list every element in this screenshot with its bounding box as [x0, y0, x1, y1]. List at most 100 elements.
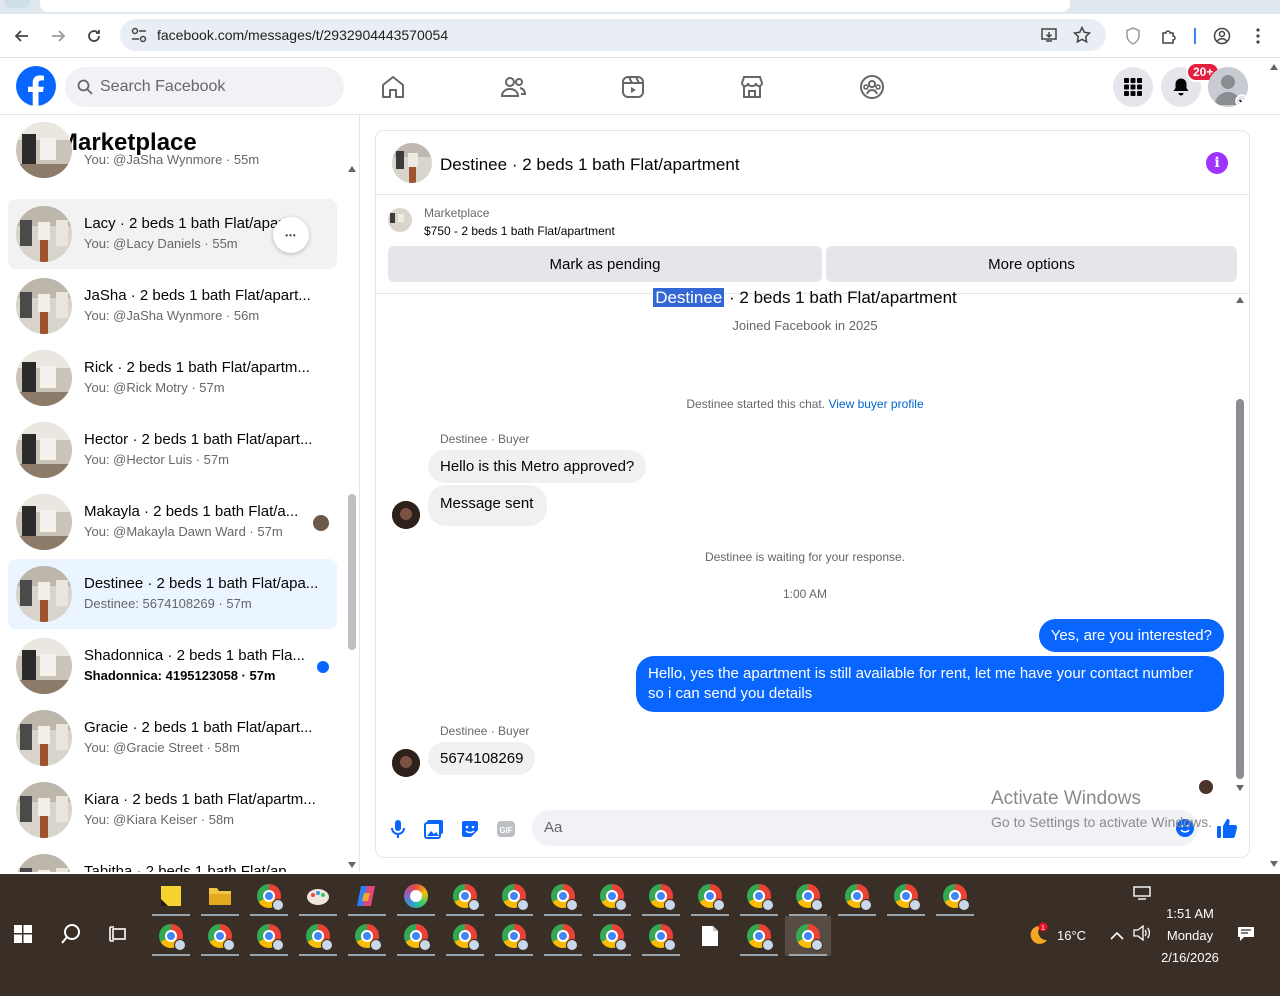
- more-options-button[interactable]: More options: [826, 246, 1237, 282]
- chrome-taskbar-icon[interactable]: [442, 916, 488, 956]
- chrome-taskbar-icon[interactable]: [246, 876, 292, 916]
- chrome-taskbar-icon[interactable]: [540, 876, 586, 916]
- weather-temperature[interactable]: 16°C: [1057, 928, 1086, 943]
- bookmark-star-icon[interactable]: [1072, 25, 1092, 49]
- sidebar-scrollbar[interactable]: [346, 163, 358, 871]
- facebook-logo-icon[interactable]: [16, 66, 56, 106]
- site-settings-icon[interactable]: [130, 26, 148, 49]
- browser-menu-icon[interactable]: [1244, 22, 1272, 50]
- conversation-more-button[interactable]: •••: [273, 217, 309, 253]
- forward-icon[interactable]: [44, 22, 72, 50]
- buyer-avatar[interactable]: [392, 501, 420, 529]
- buyer-avatar[interactable]: [392, 749, 420, 777]
- chrome-taskbar-icon[interactable]: [785, 876, 831, 916]
- conversation-item[interactable]: Hector · 2 beds 1 bath Flat/apart... You:…: [8, 415, 337, 485]
- clock-date[interactable]: 2/16/2026: [1155, 950, 1225, 965]
- groups-icon[interactable]: [858, 73, 886, 101]
- shield-extension-icon[interactable]: [1119, 22, 1147, 50]
- gif-icon[interactable]: GIF: [496, 819, 516, 839]
- listing-name[interactable]: $750 - 2 beds 1 bath Flat/apartment: [424, 224, 615, 238]
- url-text[interactable]: facebook.com/messages/t/2932904443570054: [157, 27, 448, 43]
- microphone-icon[interactable]: [388, 819, 408, 839]
- conversation-item[interactable]: Makayla · 2 beds 1 bath Flat/a... You: @M…: [8, 487, 337, 557]
- chrome-taskbar-icon[interactable]: [638, 916, 684, 956]
- color-app-icon[interactable]: [393, 876, 439, 916]
- page-scrollbar[interactable]: [1268, 60, 1280, 872]
- conversation-item[interactable]: Tabitha · 2 beds 1 bath Flat/ap...: [8, 847, 337, 872]
- conversation-item[interactable]: JaSha · 2 beds 1 bath Flat/apart... You: …: [8, 271, 337, 341]
- chrome-taskbar-icon[interactable]: [589, 876, 635, 916]
- clock-day[interactable]: Monday: [1160, 928, 1220, 943]
- chat-scrollbar[interactable]: [1234, 294, 1246, 794]
- chrome-taskbar-icon[interactable]: [344, 916, 390, 956]
- windows-start-icon[interactable]: [0, 914, 46, 954]
- taskbar-search-icon[interactable]: [48, 914, 94, 954]
- chrome-taskbar-icon[interactable]: [736, 916, 782, 956]
- photo-icon[interactable]: [424, 819, 444, 839]
- conversation-item[interactable]: Lacy · 2 beds 1 bath Flat/apar... You: @L…: [8, 199, 337, 269]
- volume-icon[interactable]: [1133, 924, 1151, 946]
- conversation-item[interactable]: You: @JaSha Wynmore · 55m: [8, 115, 337, 185]
- chat-title[interactable]: Destinee · 2 beds 1 bath Flat/apartment: [440, 155, 740, 175]
- conversation-item[interactable]: Rick · 2 beds 1 bath Flat/apartm... You: …: [8, 343, 337, 413]
- conversation-item[interactable]: Kiara · 2 beds 1 bath Flat/apartm... You:…: [8, 775, 337, 845]
- network-status-icon[interactable]: [1133, 886, 1151, 905]
- incoming-message[interactable]: Message sent: [428, 485, 548, 526]
- chrome-taskbar-icon[interactable]: [491, 916, 537, 956]
- back-icon[interactable]: [8, 22, 36, 50]
- incoming-message[interactable]: 5674108269: [428, 742, 536, 775]
- install-app-icon[interactable]: [1040, 26, 1058, 49]
- chrome-taskbar-icon[interactable]: [932, 876, 978, 916]
- address-bar[interactable]: facebook.com/messages/t/2932904443570054: [120, 19, 1106, 51]
- conversation-item[interactable]: Shadonnica · 2 beds 1 bath Fla... Shadonn…: [8, 631, 337, 701]
- task-view-icon[interactable]: [96, 914, 142, 954]
- info-icon[interactable]: i: [1206, 152, 1228, 174]
- friends-icon[interactable]: [499, 73, 527, 101]
- chrome-taskbar-icon[interactable]: [540, 916, 586, 956]
- paint-icon[interactable]: [295, 876, 341, 916]
- search-input[interactable]: Search Facebook: [65, 67, 344, 107]
- notification-center-icon[interactable]: [1237, 926, 1255, 947]
- incoming-message[interactable]: Hello is this Metro approved?: [428, 450, 647, 483]
- outgoing-message[interactable]: Hello, yes the apartment is still availa…: [636, 656, 1224, 712]
- chat-scroll-thumb[interactable]: [1236, 399, 1244, 779]
- sticky-notes-icon[interactable]: [148, 876, 194, 916]
- chrome-taskbar-icon[interactable]: [687, 876, 733, 916]
- chrome-taskbar-icon[interactable]: [736, 876, 782, 916]
- tab-search-button[interactable]: [4, 0, 30, 8]
- chrome-taskbar-icon[interactable]: [785, 916, 831, 956]
- chrome-taskbar-icon[interactable]: [834, 876, 880, 916]
- conversation-item[interactable]: Gracie · 2 beds 1 bath Flat/apart... You:…: [8, 703, 337, 773]
- sticker-icon[interactable]: [460, 819, 480, 839]
- chrome-taskbar-icon[interactable]: [589, 916, 635, 956]
- chrome-taskbar-icon[interactable]: [148, 916, 194, 956]
- chrome-taskbar-icon[interactable]: [393, 916, 439, 956]
- like-thumbs-up-icon[interactable]: [1216, 817, 1238, 838]
- conversation-item[interactable]: Destinee · 2 beds 1 bath Flat/apa... Dest…: [8, 559, 337, 629]
- weather-icon[interactable]: 1: [1025, 922, 1049, 951]
- chrome-taskbar-icon[interactable]: [638, 876, 684, 916]
- video-icon[interactable]: [619, 73, 647, 101]
- chrome-taskbar-icon[interactable]: [295, 916, 341, 956]
- copilot-icon[interactable]: [344, 876, 390, 916]
- clock-time[interactable]: 1:51 AM: [1160, 906, 1220, 921]
- sidebar-scroll-thumb[interactable]: [348, 494, 356, 650]
- reload-icon[interactable]: [80, 22, 108, 50]
- extensions-puzzle-icon[interactable]: [1155, 22, 1183, 50]
- file-explorer-icon[interactable]: [197, 876, 243, 916]
- chrome-taskbar-icon[interactable]: [883, 876, 929, 916]
- view-buyer-profile-link[interactable]: View buyer profile: [828, 397, 923, 411]
- outgoing-message[interactable]: Yes, are you interested?: [1038, 619, 1224, 652]
- menu-grid-icon[interactable]: [1113, 67, 1153, 107]
- notepad-icon[interactable]: [687, 916, 733, 956]
- chrome-taskbar-icon[interactable]: [491, 876, 537, 916]
- show-hidden-icons-chevron-icon[interactable]: [1110, 928, 1124, 946]
- active-tab[interactable]: [40, 0, 1070, 12]
- marketplace-icon[interactable]: [738, 73, 766, 101]
- chrome-taskbar-icon[interactable]: [197, 916, 243, 956]
- profile-icon[interactable]: [1208, 22, 1236, 50]
- chrome-taskbar-icon[interactable]: [246, 916, 292, 956]
- mark-as-pending-button[interactable]: Mark as pending: [388, 246, 822, 282]
- home-icon[interactable]: [379, 73, 407, 101]
- account-avatar[interactable]: [1208, 67, 1248, 107]
